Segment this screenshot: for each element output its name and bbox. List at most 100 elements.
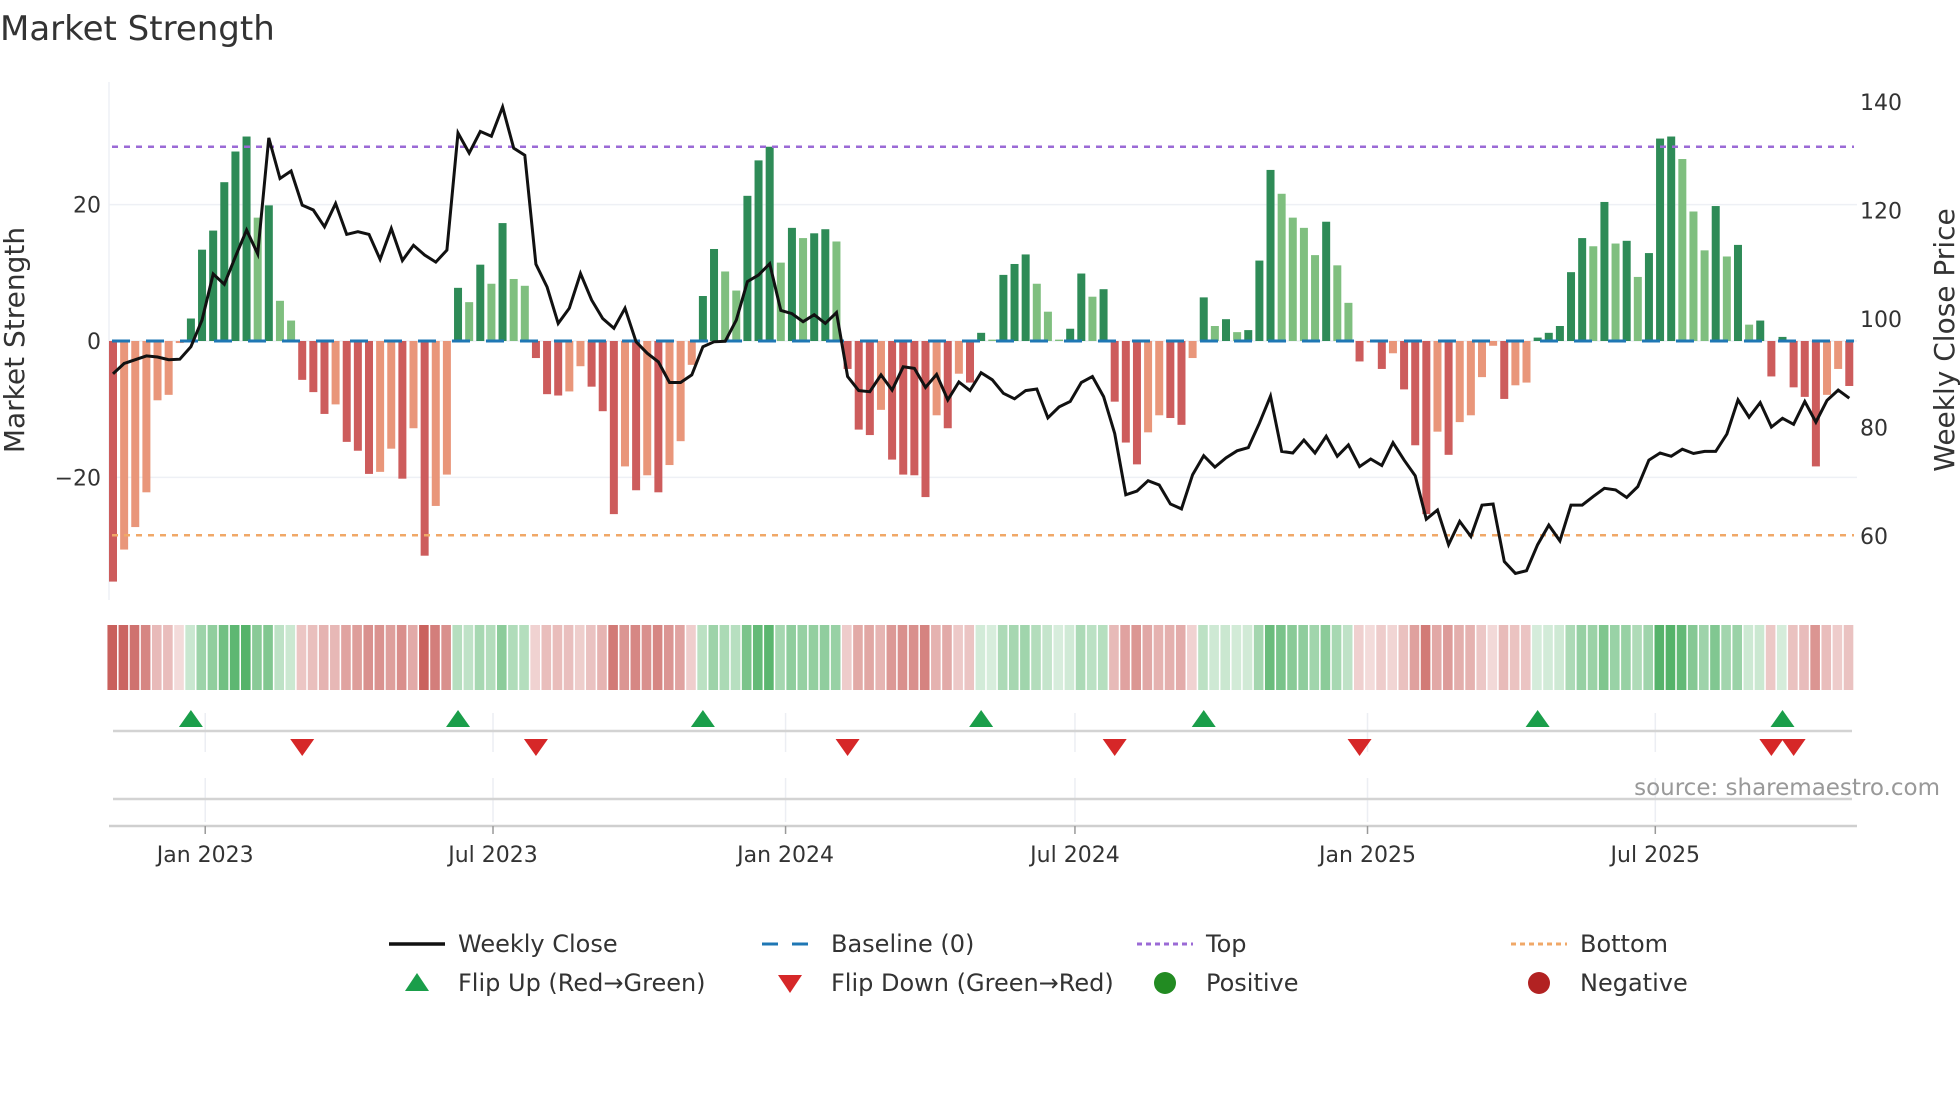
- strength-bar: [1477, 341, 1486, 378]
- strength-bar: [298, 341, 307, 380]
- strength-bar: [1210, 326, 1219, 341]
- strength-bar: [620, 341, 629, 467]
- right-tick-label: 60: [1860, 525, 1888, 550]
- strip-cell: [897, 625, 908, 690]
- strength-bar: [1500, 341, 1509, 399]
- legend-item: Bottom: [1511, 930, 1668, 958]
- strip-cell: [1409, 625, 1420, 690]
- strip-cell: [118, 625, 129, 690]
- strip-cell: [719, 625, 730, 690]
- strip-cell: [1220, 625, 1231, 690]
- flip-down-marker: [290, 739, 315, 756]
- legend-label: Bottom: [1580, 930, 1668, 958]
- strip-cell: [775, 625, 785, 690]
- strength-bar: [576, 341, 585, 367]
- legend-item: Top: [1137, 930, 1247, 958]
- left-tick-label: 20: [73, 194, 101, 219]
- strip-cell: [1420, 625, 1431, 690]
- x-tick-label: Jan 2025: [1317, 843, 1416, 868]
- strength-bar: [710, 248, 719, 341]
- strip-cell: [975, 625, 986, 690]
- strip-cell: [274, 625, 284, 690]
- strength-bar: [565, 341, 574, 392]
- strip-cell: [819, 625, 830, 690]
- strength-bar: [1522, 341, 1531, 383]
- strip-cell: [1053, 625, 1064, 690]
- strip-cell: [1498, 625, 1509, 690]
- strength-bar: [1010, 263, 1019, 341]
- strength-bar: [120, 341, 129, 550]
- strength-bar: [1311, 255, 1320, 341]
- circle-icon: [1528, 972, 1550, 994]
- strip-cell: [1075, 625, 1086, 690]
- strength-bar: [454, 287, 463, 341]
- strength-bar: [1244, 330, 1253, 341]
- strip-cell: [1810, 625, 1820, 690]
- strength-bar: [1511, 341, 1520, 386]
- strip-cell: [1765, 625, 1776, 690]
- strength-bar: [632, 341, 641, 491]
- strip-cell: [1331, 625, 1342, 690]
- strip-cell: [1042, 625, 1052, 690]
- strip-cell: [1832, 625, 1843, 690]
- legend-label: Flip Up (Red→Green): [458, 969, 706, 997]
- strip-cell: [997, 625, 1008, 690]
- strength-bar: [954, 341, 963, 374]
- strip-cell: [1821, 625, 1832, 690]
- strip-cell: [1031, 625, 1041, 690]
- strip-cell: [318, 625, 329, 690]
- strength-bar: [1166, 341, 1175, 419]
- strip-cell: [385, 625, 396, 690]
- strip-cell: [1776, 625, 1787, 690]
- strip-cell: [1621, 625, 1631, 690]
- strip-cell: [875, 625, 886, 690]
- strength-bar: [1433, 341, 1442, 432]
- flip-up-marker: [1770, 710, 1795, 727]
- strength-bar: [754, 160, 763, 341]
- strength-bar: [665, 341, 674, 466]
- strip-cell: [185, 625, 195, 690]
- right-tick-label: 100: [1860, 308, 1902, 333]
- strength-bar: [287, 320, 296, 341]
- strip-cell: [931, 625, 941, 690]
- strip-cell: [964, 625, 975, 690]
- strip-cell: [1843, 625, 1854, 690]
- strength-bar: [1155, 341, 1164, 416]
- strip-cell: [1799, 625, 1809, 690]
- strength-bar: [1667, 136, 1676, 341]
- strength-bar: [353, 341, 362, 451]
- strength-bar: [1388, 341, 1397, 354]
- strip-cell: [619, 625, 630, 690]
- strength-bar: [1644, 253, 1653, 341]
- x-tick-label: Jan 2024: [735, 843, 834, 868]
- right-axis: 140 120 100 80 60: [1860, 91, 1902, 550]
- strip-cell: [1008, 625, 1019, 690]
- strength-bar: [1756, 320, 1765, 341]
- strength-bar: [131, 341, 140, 528]
- strength-bar: [1288, 217, 1297, 341]
- strength-bar: [598, 341, 607, 412]
- strength-bar: [465, 302, 474, 341]
- strip-cell: [1687, 625, 1698, 690]
- strip-cell: [1743, 625, 1754, 690]
- strength-bar: [153, 341, 162, 401]
- strength-bar: [142, 341, 151, 493]
- strip-cell: [552, 625, 563, 690]
- strength-bar: [509, 278, 518, 341]
- strength-bar: [1177, 341, 1186, 425]
- strip-cell: [1699, 625, 1709, 690]
- strip-cell: [1298, 625, 1308, 690]
- strip-cell: [1710, 625, 1720, 690]
- strip-cell: [741, 625, 752, 690]
- right-tick-label: 80: [1860, 417, 1888, 442]
- strength-bar: [1255, 260, 1264, 341]
- strip-cell: [953, 625, 963, 690]
- strength-bar: [543, 341, 552, 395]
- strength-bar: [531, 341, 540, 359]
- strip-cell: [441, 625, 451, 690]
- strip-cell: [307, 625, 318, 690]
- strength-bar: [1422, 341, 1431, 515]
- strip-cell: [1576, 625, 1587, 690]
- strength-bar: [1266, 169, 1275, 341]
- strength-bar: [1444, 341, 1453, 455]
